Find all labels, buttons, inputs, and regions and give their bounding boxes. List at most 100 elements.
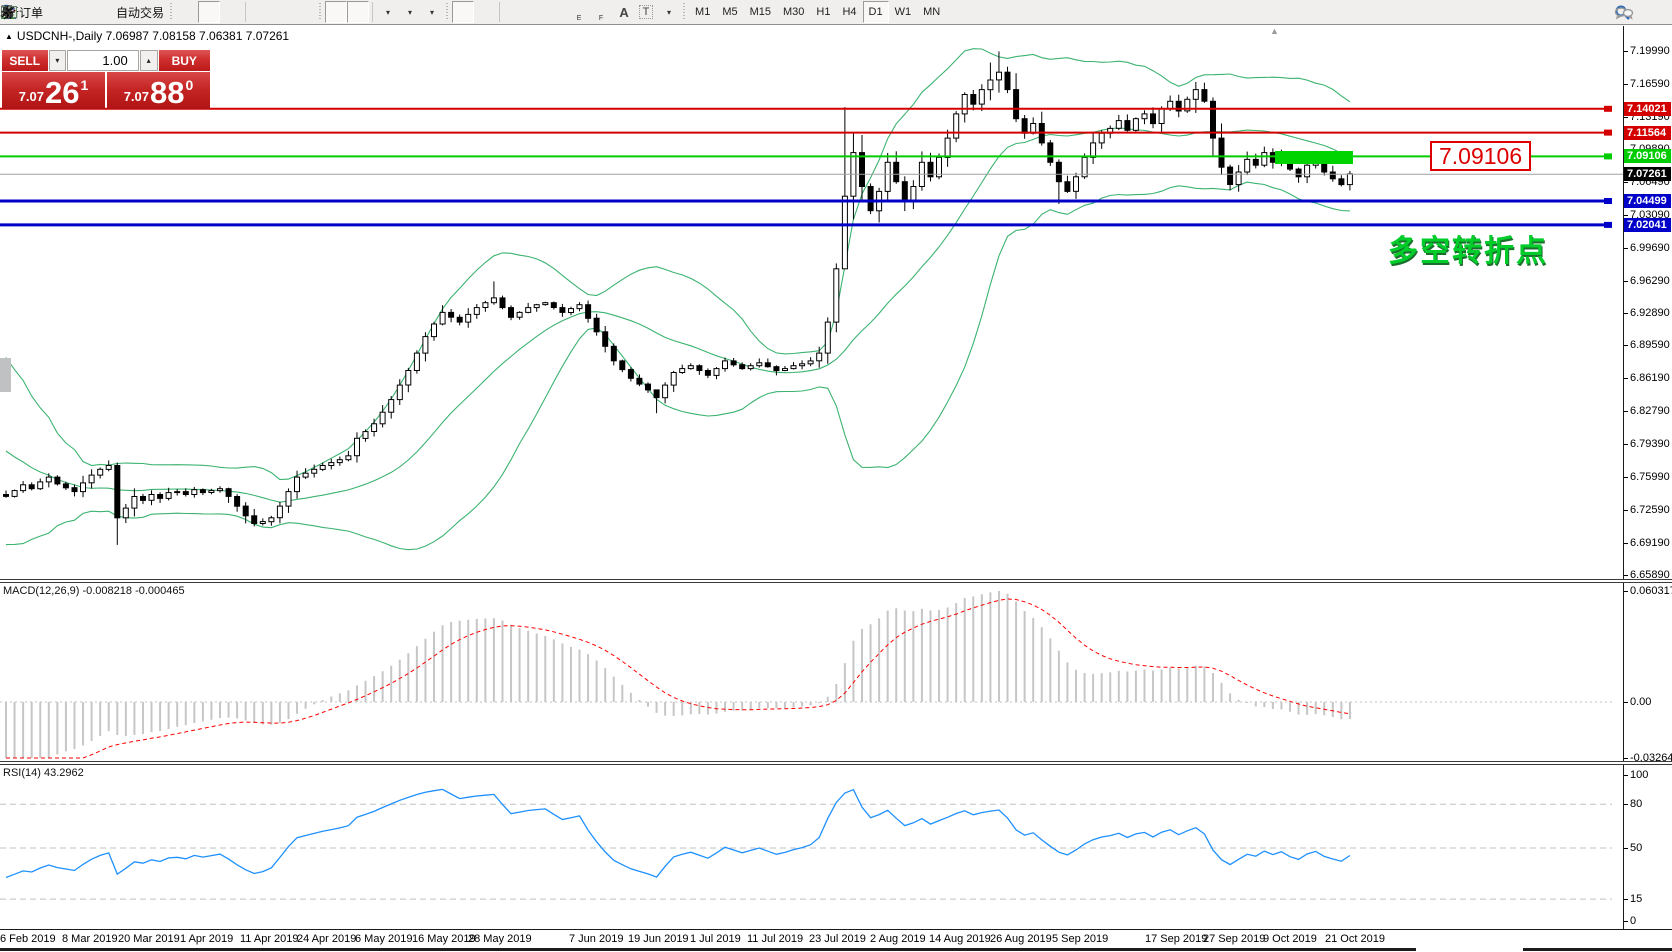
candle-body [414, 353, 419, 370]
templates-button[interactable]: ▾ [420, 1, 442, 23]
timeframe-h1-button[interactable]: H1 [810, 1, 836, 23]
timeframe-h4-button[interactable]: H4 [836, 1, 862, 23]
channel-button[interactable]: E [569, 1, 591, 23]
one-click-trading-panel: SELL ▾ 1.00 ▴ BUY 7.07261 7.07880 [2, 50, 210, 109]
auto-trading-button[interactable]: 自动交易 [111, 1, 166, 23]
candle-body [885, 162, 890, 191]
price-annotation-box[interactable]: 7.09106 [1430, 141, 1531, 171]
price-tick [1624, 575, 1628, 576]
sell-price-display[interactable]: 7.07261 [2, 72, 105, 109]
buy-button[interactable]: BUY [159, 50, 210, 71]
macd-tick [1624, 758, 1628, 759]
candle-body [252, 516, 257, 524]
toolbar-grip [317, 3, 322, 21]
sell-button[interactable]: SELL [2, 50, 48, 71]
chat-button[interactable] [1644, 2, 1666, 24]
macd-canvas[interactable] [0, 583, 1623, 761]
macd-tick-label: 0.060317 [1630, 585, 1672, 597]
level-price-label: 7.11564 [1624, 126, 1671, 140]
timeframe-m5-button[interactable]: M5 [716, 1, 743, 23]
candle-body [783, 369, 788, 371]
horizontal-line-button[interactable] [525, 1, 547, 23]
zoom-in-button[interactable] [249, 1, 271, 23]
volume-input[interactable]: 1.00 [67, 50, 138, 71]
terminal-button[interactable] [67, 1, 89, 23]
bollinger-middle [6, 128, 1350, 502]
auto-trading-label: 自动交易 [116, 4, 164, 21]
indicators-button[interactable]: ▾ [376, 1, 398, 23]
candle-body [1133, 119, 1138, 131]
signals-button[interactable] [89, 1, 111, 23]
candle-body [269, 518, 274, 522]
panel-splitter[interactable] [0, 579, 1672, 583]
bar-chart-button[interactable] [176, 1, 198, 23]
candle-body [235, 497, 240, 507]
toolbar-grip [168, 3, 173, 21]
candle-body [757, 363, 762, 366]
candle-body [226, 489, 231, 497]
bottom-scrollbar[interactable] [0, 948, 1416, 951]
candle-body [500, 298, 505, 308]
candle-body [1116, 121, 1121, 129]
candle-body [680, 369, 685, 373]
panel-splitter[interactable] [0, 761, 1672, 765]
candle-body [543, 303, 548, 305]
text-label-button[interactable]: T [635, 1, 657, 23]
toolbar-grip [681, 3, 686, 21]
timeframe-m1-button[interactable]: M1 [689, 1, 716, 23]
candle-body [1142, 114, 1147, 119]
buy-price-display[interactable]: 7.07880 [107, 72, 210, 109]
price-tick [1624, 510, 1628, 511]
price-tick [1624, 444, 1628, 445]
timeframe-mn-button[interactable]: MN [917, 1, 946, 23]
volume-increase-button[interactable]: ▴ [140, 50, 158, 71]
rsi-tick-label: 15 [1630, 893, 1642, 905]
candlestick-chart-button[interactable] [198, 1, 220, 23]
price-tick-label: 6.82790 [1630, 405, 1670, 417]
fibonacci-button[interactable]: F [591, 1, 613, 23]
timeframe-m30-button[interactable]: M30 [777, 1, 810, 23]
level-marker [1604, 130, 1612, 136]
candle-body [123, 508, 128, 518]
cursor-button[interactable] [452, 1, 474, 23]
candle-body [1296, 169, 1301, 177]
toolbar-separator [245, 2, 246, 22]
buy-price-prefix: 7.07 [124, 89, 149, 104]
candle-body [671, 373, 676, 386]
crosshair-button[interactable] [474, 1, 496, 23]
candle-body [1074, 177, 1079, 192]
collapse-arrow-icon[interactable]: ▲ [5, 32, 13, 41]
level-price-label: 7.09106 [1624, 149, 1671, 163]
main-chart-canvas[interactable] [0, 26, 1623, 579]
zoom-out-button[interactable] [271, 1, 293, 23]
periods-button[interactable]: ▾ [398, 1, 420, 23]
gold-button[interactable] [45, 1, 67, 23]
shapes-button[interactable]: ▾ [657, 1, 679, 23]
date-label: 23 Jul 2019 [809, 933, 866, 945]
timeframe-d1-button[interactable]: D1 [863, 1, 889, 23]
text-button[interactable]: A [613, 1, 635, 23]
auto-scroll-button[interactable] [325, 1, 347, 23]
date-label: 1 Apr 2019 [180, 933, 233, 945]
candle-body [774, 367, 779, 371]
timeframe-m15-button[interactable]: M15 [744, 1, 777, 23]
candle-body [158, 495, 163, 499]
sell-price-pips: 26 [45, 78, 79, 107]
rsi-canvas[interactable] [0, 765, 1623, 929]
current-price-label: 7.07261 [1624, 167, 1671, 181]
candle-body [115, 466, 120, 518]
volume-decrease-button[interactable]: ▾ [49, 50, 67, 71]
candle-body [132, 497, 137, 509]
candle-body [1005, 72, 1010, 89]
candle-body [971, 95, 976, 105]
line-chart-button[interactable] [220, 1, 242, 23]
tile-windows-button[interactable] [293, 1, 315, 23]
price-tick-label: 7.19990 [1630, 45, 1670, 57]
timeframe-w1-button[interactable]: W1 [889, 1, 918, 23]
vertical-line-button[interactable] [503, 1, 525, 23]
turning-point-annotation[interactable]: 多空转折点 [1388, 226, 1548, 270]
trendline-button[interactable] [547, 1, 569, 23]
candle-body [72, 488, 77, 492]
chart-shift-button[interactable] [347, 1, 369, 23]
candle-body [38, 482, 43, 489]
